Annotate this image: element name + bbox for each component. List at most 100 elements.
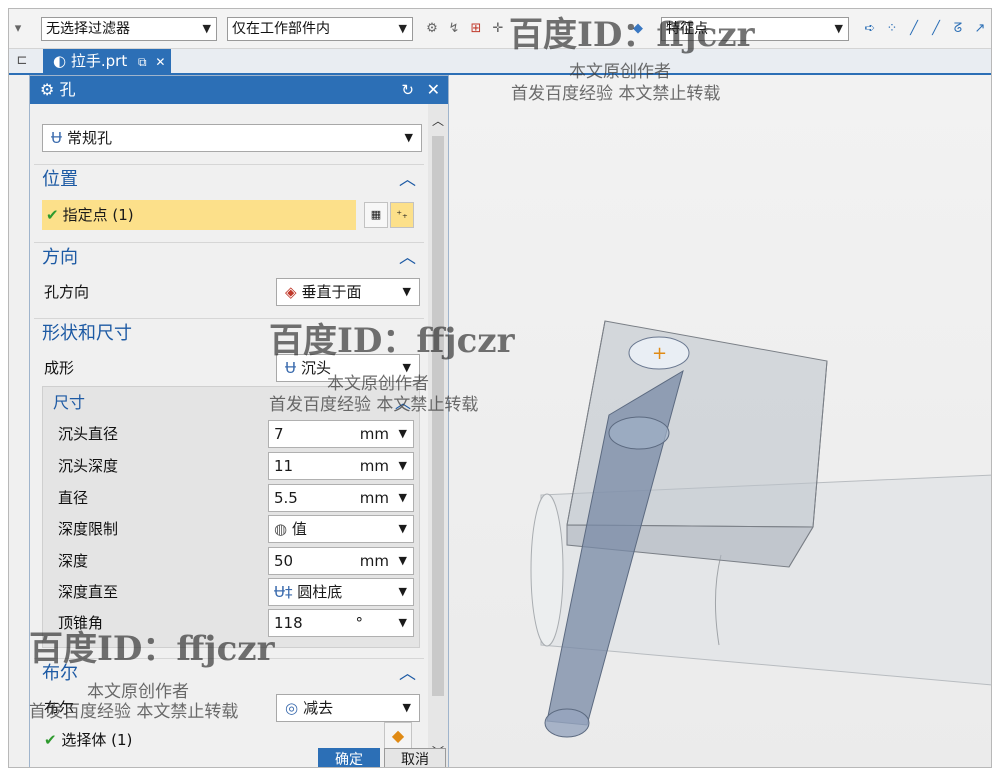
handle-end-face	[530, 493, 564, 647]
dim-label: 顶锥角	[58, 614, 104, 632]
selection-scope-dropdown[interactable]: 仅在工作部件内 ▼	[227, 17, 413, 41]
dialog-titlebar: ⚙ 孔 ↻ ✕	[30, 76, 448, 104]
ok-button[interactable]: 确定	[318, 748, 380, 767]
line-icon[interactable]: ╱	[905, 20, 923, 38]
hole-type-select[interactable]: Ʉ 常规孔 ▼	[42, 124, 422, 152]
line-alt-icon[interactable]: ╱	[927, 20, 945, 38]
dim-unit: mm	[359, 552, 389, 570]
filter-icon[interactable]: ⚙	[423, 20, 441, 38]
dialog-scrollbar[interactable]: ︿ ﹀	[428, 104, 448, 767]
close-icon[interactable]: ✕	[427, 76, 440, 104]
section-shape[interactable]: 形状和尺寸	[34, 318, 424, 348]
dim-input[interactable]: 50 mm ▼	[268, 547, 414, 575]
dim-unit: mm	[359, 457, 389, 475]
form-label: 成形	[44, 359, 75, 377]
sketch-section-button[interactable]: ▦	[364, 202, 388, 228]
hole-direction-select[interactable]: ◈ 垂直于面 ▼	[276, 278, 420, 306]
scroll-thumb[interactable]	[432, 136, 444, 696]
dim-input[interactable]: 118 ° ▼	[268, 609, 414, 637]
specify-point-label: 指定点 (1)	[62, 206, 134, 224]
depth-to-select[interactable]: Ʉ‡ 圆柱底 ▼	[268, 578, 414, 606]
dim-label: 深度	[58, 552, 89, 570]
dim-label: 深度限制	[58, 520, 119, 538]
close-tab-icon[interactable]: ✕	[155, 55, 165, 69]
cancel-button[interactable]: 取消	[384, 748, 446, 767]
curve-icon[interactable]: ᘔ	[949, 20, 967, 38]
solid-body-icon[interactable]: ◆	[384, 722, 412, 750]
dim-value: 50	[274, 552, 294, 570]
dim-unit: °	[355, 614, 364, 632]
more-icon[interactable]: ↗	[971, 20, 989, 38]
subtract-icon: ◎	[285, 699, 299, 717]
hole-bottom	[544, 708, 590, 738]
gear-icon: ⚙	[40, 80, 55, 99]
point-dialog-button[interactable]: ⁺₊	[390, 202, 414, 228]
snap-point-value: 特征点	[666, 21, 708, 37]
collapse-icon[interactable]: ︿	[399, 659, 416, 689]
dim-unit: mm	[359, 425, 389, 443]
reset-icon[interactable]: ↻	[401, 76, 414, 104]
add-icon[interactable]: ⊞	[467, 20, 485, 38]
form-select[interactable]: Ʉ 沉头 ▼	[276, 354, 420, 382]
graphics-viewport[interactable]: +	[449, 75, 991, 767]
tab-scroll-icon[interactable]: ⊏	[13, 52, 31, 70]
selection-filter-value: 无选择过滤器	[46, 21, 130, 37]
dim-value: 7	[274, 425, 284, 443]
pin-icon[interactable]: ⧉	[138, 55, 147, 69]
hole-type-icon: Ʉ	[51, 129, 62, 147]
tab-part-file[interactable]: ◐ 拉手.prt ⧉ ✕	[43, 49, 171, 73]
point-icon[interactable]: ⁘	[883, 20, 901, 38]
hole-type-value: 常规孔	[66, 129, 112, 147]
point-marker-icon: +	[652, 343, 667, 364]
boolean-select[interactable]: ◎ 减去 ▼	[276, 694, 420, 722]
hole-dialog: ⚙ 孔 ↻ ✕ ︿ ﹀ Ʉ常规孔▼ 位置︿ ✔指定点 (1) ▦ ⁺₊ 方向︿ …	[29, 75, 449, 767]
cube-icon[interactable]: ◆	[629, 20, 647, 38]
tab-bar: ⊏ ◐ 拉手.prt ⧉ ✕	[9, 49, 991, 75]
value-icon: ◍	[274, 520, 292, 538]
part-icon: ◐	[53, 52, 67, 70]
collapse-icon[interactable]: ︿	[395, 389, 411, 413]
section-boolean[interactable]: 布尔 ︿	[34, 658, 424, 688]
dimensions-title: 尺寸	[53, 393, 86, 412]
selection-filter-dropdown[interactable]: 无选择过滤器 ▼	[41, 17, 217, 41]
dim-value: 圆柱底	[297, 583, 343, 601]
collapse-icon[interactable]: ︿	[399, 165, 416, 195]
boolean-label: 布尔	[44, 699, 75, 717]
dropdown-arrow-icon[interactable]: ▾	[9, 20, 27, 38]
section-boolean-title: 布尔	[42, 663, 78, 684]
select-icon[interactable]: ↯	[445, 20, 463, 38]
section-position[interactable]: 位置 ︿	[34, 164, 424, 194]
normal-icon: ◈	[285, 283, 297, 301]
dim-label: 沉头深度	[58, 457, 119, 475]
dialog-title: 孔	[59, 80, 76, 99]
app-window: ▾ 无选择过滤器 ▼ 仅在工作部件内 ▼ ⚙ ↯ ⊞ ✛ ◆ 特征点 ▼ ➪ ⁘ ╱ …	[8, 8, 992, 768]
arrow-right-icon[interactable]: ➪	[861, 20, 879, 38]
hole-direction-label: 孔方向	[44, 283, 90, 301]
snap-icon[interactable]: ✛	[489, 20, 507, 38]
hole-direction-value: 垂直于面	[301, 283, 362, 301]
counterbore	[608, 416, 670, 450]
section-direction[interactable]: 方向 ︿	[34, 242, 424, 272]
dim-label: 沉头直径	[58, 425, 119, 443]
dim-input[interactable]: 5.5 mm ▼	[268, 484, 414, 512]
dim-label: 直径	[58, 489, 89, 507]
dim-unit: mm	[359, 489, 389, 507]
check-icon: ✔	[46, 206, 59, 224]
dim-value: 5.5	[274, 489, 298, 507]
dim-input[interactable]: 11 mm ▼	[268, 452, 414, 480]
section-position-label: 位置	[42, 169, 78, 190]
dim-input[interactable]: 7 mm ▼	[268, 420, 414, 448]
collapse-icon[interactable]: ︿	[399, 243, 416, 273]
scroll-up-icon[interactable]: ︿	[432, 112, 444, 129]
specify-point-row[interactable]: ✔ 指定点 (1)	[42, 200, 356, 230]
model-view: +	[530, 320, 991, 738]
snap-point-dropdown[interactable]: 特征点 ▼	[661, 17, 849, 41]
tab-part-label: 拉手.prt	[70, 52, 128, 70]
dim-label: 深度直至	[58, 583, 119, 601]
counterbore-icon: Ʉ	[285, 359, 296, 377]
depth-limit-select[interactable]: ◍ 值 ▼	[268, 515, 414, 543]
dim-value: 118	[274, 614, 303, 632]
top-toolbar: ▾ 无选择过滤器 ▼ 仅在工作部件内 ▼ ⚙ ↯ ⊞ ✛ ◆ 特征点 ▼ ➪ ⁘ ╱ …	[9, 9, 991, 49]
select-body-row[interactable]: ✔ 选择体 (1)	[44, 728, 132, 752]
selection-scope-value: 仅在工作部件内	[232, 21, 330, 37]
